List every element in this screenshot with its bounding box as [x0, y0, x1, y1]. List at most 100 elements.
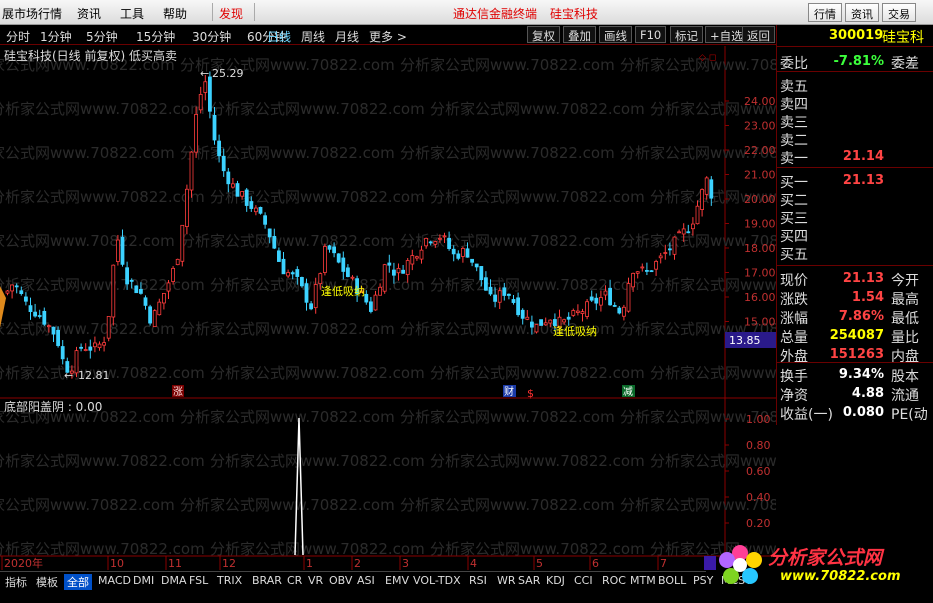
indicator-tab-macd[interactable]: MACD	[95, 574, 134, 590]
candle-up	[442, 235, 447, 238]
price-tick-label: 24.00	[744, 95, 776, 108]
candle-down	[327, 245, 332, 250]
quote-header: 300019 硅宝科	[777, 25, 933, 47]
candle-up	[419, 249, 424, 260]
sell-row[interactable]: 卖五	[777, 75, 933, 95]
event-mark-finance[interactable]: 财	[504, 385, 514, 398]
indicator-tab-dmi[interactable]: DMI	[130, 574, 157, 590]
date-scroll-marker[interactable]	[704, 556, 716, 570]
candle-down	[668, 248, 672, 251]
indicator-tick-label: 0.20	[746, 517, 771, 530]
watermark-text: 分析家公式网www.70822.com	[210, 452, 425, 470]
price-tick-label: 18.00	[744, 242, 776, 255]
indicator-tab-指标[interactable]: 指标	[2, 574, 30, 590]
event-mark-up[interactable]: 涨	[173, 386, 183, 398]
indicator-tab-模板[interactable]: 模板	[33, 574, 61, 590]
buy-row[interactable]: 买五	[777, 243, 933, 263]
indicator-tab-asi[interactable]: ASI	[354, 574, 378, 590]
trade-button[interactable]: 交易	[882, 3, 916, 22]
overlay-button[interactable]: 叠加	[563, 26, 596, 43]
indicator-tab-vol-tdx[interactable]: VOL-TDX	[410, 574, 464, 590]
menu-market[interactable]: 展市场行情	[2, 5, 62, 22]
menu-news[interactable]: 资讯	[77, 5, 101, 22]
period-more[interactable]: 更多 >	[369, 28, 407, 45]
candle-up	[5, 290, 10, 294]
sell-row[interactable]: 卖二	[777, 129, 933, 149]
indicator-tab-mtm[interactable]: MTM	[627, 574, 659, 590]
candle-down	[589, 296, 594, 301]
stat-label: 总量	[780, 330, 808, 346]
indicator-tab-vr[interactable]: VR	[305, 574, 326, 590]
f10-button[interactable]: F10	[635, 26, 667, 43]
candle-down	[134, 285, 139, 294]
period-tick[interactable]: 分时	[6, 28, 30, 45]
period-30min[interactable]: 30分钟	[192, 28, 231, 45]
sell-row[interactable]: 卖四	[777, 93, 933, 113]
menu-tools[interactable]: 工具	[120, 5, 144, 22]
candle-up	[184, 188, 189, 227]
watermark-text: 分析家公式网www.70822.com	[0, 496, 175, 514]
period-weekly[interactable]: 周线	[301, 28, 325, 45]
indicator-tab-psy[interactable]: PSY	[690, 574, 716, 590]
candle-down	[506, 293, 511, 296]
candle-up	[700, 189, 704, 210]
date-tick-label: 4	[470, 557, 477, 570]
indicator-tab-emv[interactable]: EMV	[382, 574, 412, 590]
candle-down	[451, 248, 456, 255]
watermark-text: 分析家公式网www.70822.com	[0, 232, 175, 250]
indicator-tab-obv[interactable]: OBV	[326, 574, 355, 590]
mark-button[interactable]: 标记	[670, 26, 703, 43]
period-daily[interactable]: 日线	[267, 28, 291, 45]
candle-up	[691, 223, 695, 230]
indicator-tab-cci[interactable]: CCI	[571, 574, 596, 590]
period-15min[interactable]: 15分钟	[136, 28, 175, 45]
buy-row[interactable]: 买一 21.13	[777, 171, 933, 191]
candle-up	[677, 231, 681, 234]
scroll-diamond-icon[interactable]: ◇ ◻	[699, 53, 716, 63]
candle-up	[161, 293, 166, 304]
candle-up	[414, 256, 419, 259]
event-mark-reduce[interactable]: 减	[623, 386, 633, 398]
indicator-tab-全部[interactable]: 全部	[64, 574, 92, 590]
period-monthly[interactable]: 月线	[335, 28, 359, 45]
indicator-tab-kdj[interactable]: KDJ	[543, 574, 568, 590]
sell-row[interactable]: 卖一 21.14	[777, 147, 933, 167]
indicator-tab-brar[interactable]: BRAR	[249, 574, 285, 590]
candle-up	[433, 241, 438, 245]
sell-row[interactable]: 卖三	[777, 111, 933, 131]
stat-row: 换手 9.34% 股本	[777, 365, 933, 385]
indicator-tab-sar[interactable]: SAR	[515, 574, 543, 590]
candle-up	[175, 258, 180, 266]
buy-row[interactable]: 买三	[777, 207, 933, 227]
indicator-tab-trix[interactable]: TRIX	[214, 574, 245, 590]
candle-down	[594, 297, 599, 304]
candle-down	[368, 301, 373, 312]
candle-up	[663, 252, 668, 254]
news-button[interactable]: 资讯	[845, 3, 879, 22]
adjust-button[interactable]: 复权	[527, 26, 560, 43]
menu-discover[interactable]: 发现	[219, 5, 243, 22]
buy-row[interactable]: 买二	[777, 189, 933, 209]
stat-row: 收益(一) 0.080 PE(动	[777, 403, 933, 423]
indicator-tab-cr[interactable]: CR	[284, 574, 305, 590]
candle-up	[171, 267, 176, 282]
kline-chart-area[interactable]: 分析家公式网www.70822.com 分析家公式网www.70822.com 分析…	[0, 46, 865, 571]
watermark-text: 分析家公式网www.70822.com	[430, 452, 645, 470]
draw-line-button[interactable]: 画线	[599, 26, 632, 43]
candle-down	[272, 235, 277, 249]
indicator-tab-fsl[interactable]: FSL	[186, 574, 211, 590]
back-button[interactable]: 返回	[742, 26, 775, 43]
menu-help[interactable]: 帮助	[163, 5, 187, 22]
candle-down	[387, 262, 392, 266]
watermark-layer: 分析家公式网www.70822.com 分析家公式网www.70822.com 分析…	[0, 56, 865, 558]
period-5min[interactable]: 5分钟	[86, 28, 118, 45]
buy-row[interactable]: 买四	[777, 225, 933, 245]
period-1min[interactable]: 1分钟	[40, 28, 72, 45]
indicator-tab-rsi[interactable]: RSI	[466, 574, 490, 590]
quote-button[interactable]: 行情	[808, 3, 842, 22]
indicator-tab-boll[interactable]: BOLL	[655, 574, 689, 590]
indicator-tab-roc[interactable]: ROC	[599, 574, 629, 590]
indicator-tab-dma[interactable]: DMA	[158, 574, 190, 590]
event-mark-dollar[interactable]: $	[527, 387, 534, 400]
watermark-text: 分析家公式网www.70822.com	[210, 100, 425, 118]
